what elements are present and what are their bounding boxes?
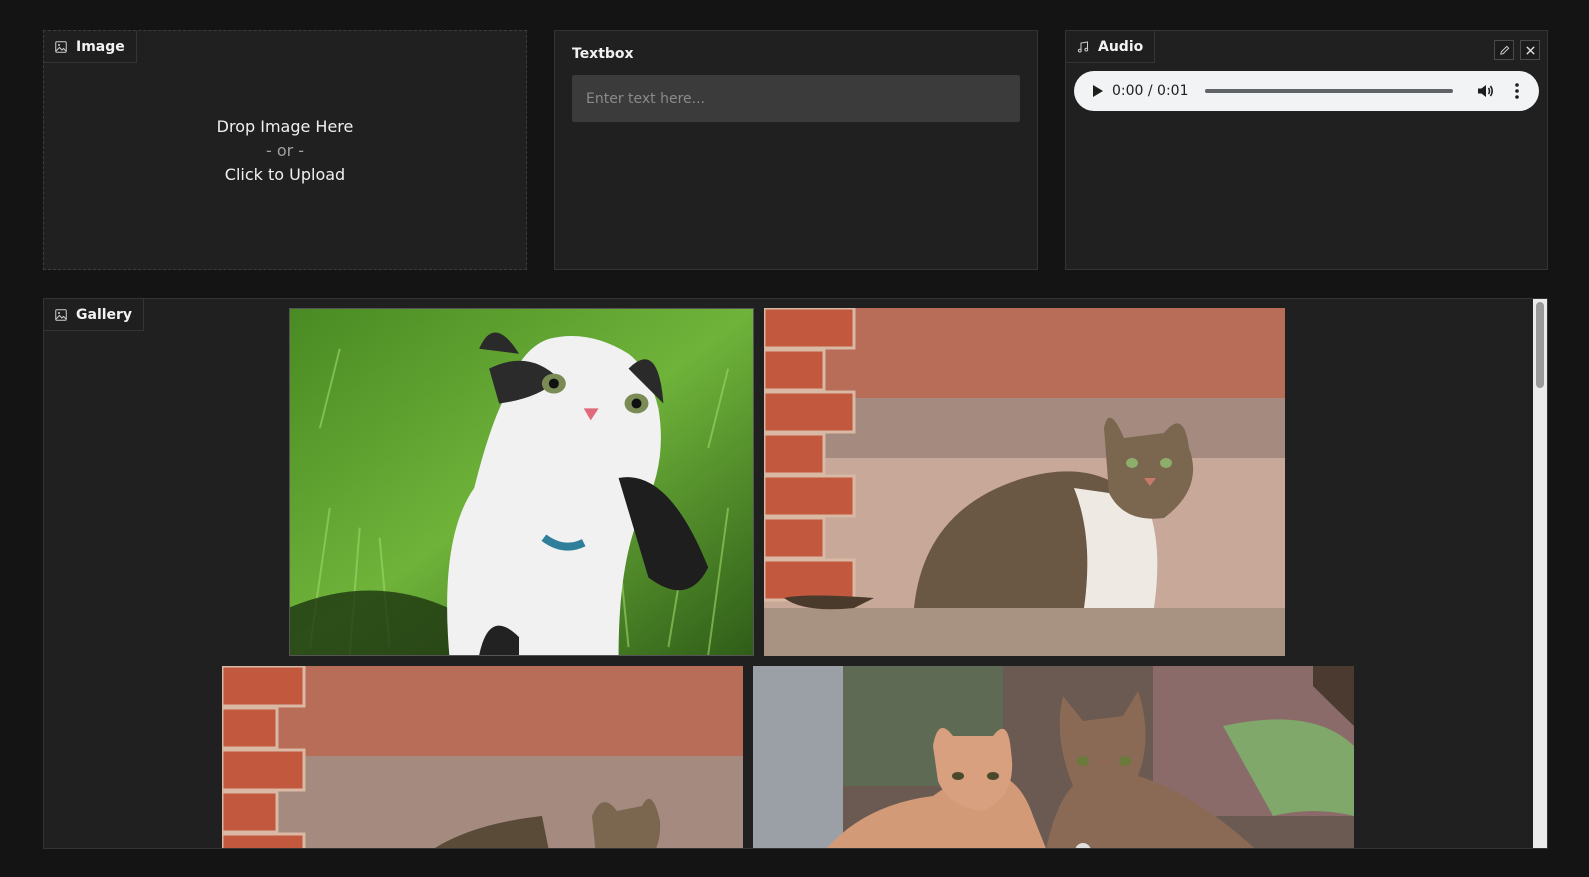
music-note-icon [1077,40,1089,53]
image-icon [55,308,67,321]
audio-block: Audio 0:00 / 0:01 [1065,30,1548,270]
textbox-label: Textbox [572,46,634,62]
pencil-icon [1499,45,1510,56]
gallery-item-cat-grass[interactable] [289,308,754,656]
gallery-item-tabby-brick-2[interactable] [222,666,743,848]
gallery-item-two-kittens[interactable] [753,666,1354,848]
upload-dropzone[interactable]: Drop Image Here - or - Click to Upload [44,115,526,187]
close-button[interactable] [1520,40,1540,60]
audio-label-tab: Audio [1066,31,1156,63]
gallery-scrollbar[interactable] [1533,299,1547,848]
more-options-icon[interactable] [1509,81,1525,101]
textbox-input[interactable] [572,75,1020,122]
image-icon [55,40,67,53]
or-separator: - or - [265,141,305,160]
audio-progress-bar[interactable] [1204,89,1453,93]
scrollbar-thumb[interactable] [1536,302,1544,388]
drop-image-text: Drop Image Here [216,117,354,136]
image-label: Image [76,38,125,55]
image-upload-block[interactable]: Image Drop Image Here - or - Click to Up… [43,30,527,270]
audio-time: 0:00 / 0:01 [1112,83,1189,99]
textbox-block: Textbox [554,30,1038,270]
close-icon [1525,45,1536,56]
edit-button[interactable] [1494,40,1514,60]
gallery-item-tabby-brick[interactable] [764,308,1285,656]
gallery-block: Gallery [43,298,1548,849]
gallery-label: Gallery [76,306,133,323]
gallery-label-tab: Gallery [44,299,145,331]
volume-icon[interactable] [1475,81,1495,101]
click-to-upload-text[interactable]: Click to Upload [44,163,526,187]
audio-label: Audio [1098,38,1144,55]
play-icon[interactable] [1088,82,1106,100]
audio-player: 0:00 / 0:01 [1074,71,1539,111]
image-label-tab: Image [44,31,137,63]
